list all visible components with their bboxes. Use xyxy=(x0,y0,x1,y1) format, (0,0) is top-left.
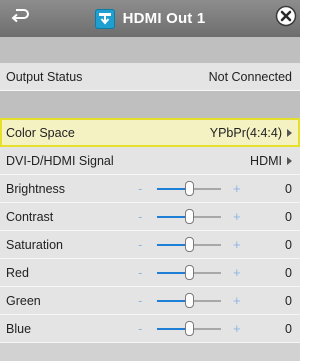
brightness-label: Brightness xyxy=(6,181,66,196)
chevron-right-icon xyxy=(287,157,292,165)
back-arrow-icon xyxy=(10,7,30,30)
increase-button[interactable]: + xyxy=(233,237,241,252)
green-label: Green xyxy=(6,293,41,308)
section-divider xyxy=(0,91,300,118)
blue-value: 0 xyxy=(285,321,292,336)
dvi-hdmi-signal-row[interactable]: DVI-D/HDMI Signal HDMI xyxy=(0,147,300,175)
slider-handle[interactable] xyxy=(185,209,194,224)
title-bar: HDMI Out 1 xyxy=(0,0,300,37)
increase-button[interactable]: + xyxy=(233,265,241,280)
output-download-icon xyxy=(94,8,115,29)
slider-handle[interactable] xyxy=(185,321,194,336)
decrease-button[interactable]: - xyxy=(138,321,142,336)
page-title: HDMI Out 1 xyxy=(122,10,206,27)
back-button[interactable] xyxy=(8,6,32,30)
color-space-row[interactable]: Color Space YPbPr(4:4:4) xyxy=(0,118,300,147)
contrast-label: Contrast xyxy=(6,209,54,224)
increase-button[interactable]: + xyxy=(233,181,241,196)
brightness-slider-row: Brightness - +0 xyxy=(0,175,300,203)
brightness-value: 0 xyxy=(285,181,292,196)
red-label: Red xyxy=(6,265,29,280)
dvi-hdmi-signal-value: HDMI xyxy=(250,153,282,168)
blue-slider-row: Blue - +0 xyxy=(0,315,300,343)
close-button[interactable] xyxy=(273,5,299,31)
green-slider-row: Green - +0 xyxy=(0,287,300,315)
green-value: 0 xyxy=(285,293,292,308)
settings-panel: HDMI Out 1 Output Status Not Connected C… xyxy=(0,0,300,361)
slider-handle[interactable] xyxy=(185,237,194,252)
saturation-slider-row: Saturation - +0 xyxy=(0,231,300,259)
contrast-slider-row: Contrast - +0 xyxy=(0,203,300,231)
red-slider-row: Red - +0 xyxy=(0,259,300,287)
section-divider xyxy=(0,37,300,63)
decrease-button[interactable]: - xyxy=(138,237,142,252)
close-icon xyxy=(275,5,297,32)
increase-button[interactable]: + xyxy=(233,321,241,336)
slider-handle[interactable] xyxy=(185,293,194,308)
dvi-hdmi-signal-label: DVI-D/HDMI Signal xyxy=(6,153,114,168)
slider-handle[interactable] xyxy=(185,181,194,196)
output-status-label: Output Status xyxy=(6,69,83,84)
red-value: 0 xyxy=(285,265,292,280)
decrease-button[interactable]: - xyxy=(138,293,142,308)
title-group: HDMI Out 1 xyxy=(0,0,300,37)
decrease-button[interactable]: - xyxy=(138,209,142,224)
saturation-value: 0 xyxy=(285,237,292,252)
chevron-right-icon xyxy=(287,129,292,137)
output-status-value: Not Connected xyxy=(208,69,292,84)
saturation-label: Saturation xyxy=(6,237,63,252)
color-space-label: Color Space xyxy=(6,125,75,140)
contrast-value: 0 xyxy=(285,209,292,224)
color-space-value: YPbPr(4:4:4) xyxy=(209,125,282,140)
increase-button[interactable]: + xyxy=(233,293,241,308)
decrease-button[interactable]: - xyxy=(138,181,142,196)
output-status-row: Output Status Not Connected xyxy=(0,63,300,91)
decrease-button[interactable]: - xyxy=(138,265,142,280)
increase-button[interactable]: + xyxy=(233,209,241,224)
blue-label: Blue xyxy=(6,321,32,336)
slider-handle[interactable] xyxy=(185,265,194,280)
